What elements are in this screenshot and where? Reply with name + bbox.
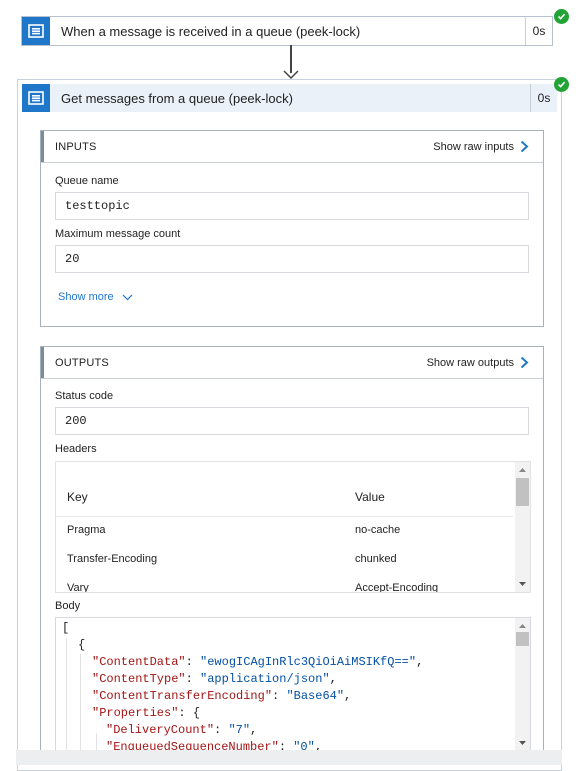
show-raw-inputs-link[interactable]: Show raw inputs bbox=[433, 140, 529, 153]
body-code-viewer[interactable]: [ { "ContentData": "ewogICAgInRlc3QiOiAi… bbox=[55, 617, 531, 752]
trigger-duration: 0s bbox=[525, 17, 552, 45]
queue-name-label: Queue name bbox=[55, 175, 119, 187]
action-duration: 0s bbox=[530, 84, 557, 112]
code-line: "DeliveryCount": "7", bbox=[106, 723, 258, 737]
scroll-down-icon[interactable] bbox=[515, 578, 530, 590]
indent-guide bbox=[66, 638, 67, 751]
header-key: Transfer-Encoding bbox=[67, 553, 158, 565]
inputs-heading: INPUTS bbox=[55, 140, 97, 153]
scroll-down-icon[interactable] bbox=[515, 737, 530, 749]
code-line: "Properties": { bbox=[92, 706, 201, 720]
action-title: Get messages from a queue (peek-lock) bbox=[61, 90, 293, 106]
chevron-right-icon bbox=[520, 356, 529, 369]
success-check-icon bbox=[554, 77, 569, 92]
max-message-count-field: 20 bbox=[55, 245, 529, 273]
table-row: Transfer-Encoding chunked bbox=[56, 553, 513, 573]
value-column-header: Value bbox=[355, 490, 385, 504]
scroll-thumb[interactable] bbox=[516, 478, 529, 506]
status-code-label: Status code bbox=[55, 390, 114, 402]
header-value: chunked bbox=[355, 553, 397, 565]
header-value: Accept-Encoding bbox=[355, 582, 439, 593]
max-message-count-label: Maximum message count bbox=[55, 228, 181, 240]
status-code-field: 200 bbox=[55, 407, 529, 435]
trigger-title: When a message is received in a queue (p… bbox=[61, 23, 361, 39]
chevron-right-icon bbox=[520, 140, 529, 153]
chevron-down-icon bbox=[122, 294, 133, 300]
scroll-up-icon[interactable] bbox=[515, 620, 530, 632]
indent-guide bbox=[80, 654, 81, 751]
footer-strip bbox=[16, 750, 562, 765]
show-raw-inputs-label: Show raw inputs bbox=[433, 140, 514, 153]
show-more-label: Show more bbox=[58, 291, 114, 303]
code-line: "ContentData": "ewogICAgInRlc3QiOiAiMSIK… bbox=[92, 655, 424, 669]
key-column-header: Key bbox=[67, 490, 88, 504]
table-row: Vary Accept-Encoding bbox=[56, 582, 513, 593]
table-header-row: Key Value bbox=[56, 462, 513, 517]
header-value: no-cache bbox=[355, 524, 401, 536]
code-line: [ bbox=[62, 621, 70, 635]
outputs-panel-header: OUTPUTS Show raw outputs bbox=[41, 347, 543, 379]
show-raw-outputs-link[interactable]: Show raw outputs bbox=[427, 356, 529, 369]
scroll-up-icon[interactable] bbox=[515, 464, 530, 476]
inputs-panel-header: INPUTS Show raw inputs bbox=[41, 131, 543, 163]
code-line: "ContentTransferEncoding": "Base64", bbox=[92, 689, 352, 703]
show-more-link[interactable]: Show more bbox=[58, 291, 133, 303]
scroll-thumb[interactable] bbox=[516, 632, 529, 646]
headers-scrollbar[interactable] bbox=[515, 462, 530, 592]
queue-name-field: testtopic bbox=[55, 192, 529, 220]
success-check-icon bbox=[554, 9, 569, 24]
service-bus-icon bbox=[22, 84, 50, 112]
flow-connector bbox=[290, 45, 292, 73]
body-scrollbar[interactable] bbox=[515, 618, 530, 751]
outputs-heading: OUTPUTS bbox=[55, 356, 109, 369]
header-key: Pragma bbox=[67, 524, 106, 536]
code-line: "ContentType": "application/json", bbox=[92, 672, 337, 686]
trigger-card[interactable]: When a message is received in a queue (p… bbox=[21, 16, 553, 46]
table-row: Pragma no-cache bbox=[56, 524, 513, 544]
code-line: { bbox=[78, 638, 86, 652]
service-bus-icon bbox=[22, 17, 50, 45]
show-raw-outputs-label: Show raw outputs bbox=[426, 356, 514, 369]
headers-label: Headers bbox=[55, 443, 97, 455]
body-label: Body bbox=[55, 600, 81, 612]
headers-table[interactable]: Key Value Pragma no-cache Transfer-Encod… bbox=[55, 461, 531, 593]
action-header[interactable]: Get messages from a queue (peek-lock) 0s bbox=[22, 84, 557, 112]
header-key: Vary bbox=[67, 582, 89, 593]
